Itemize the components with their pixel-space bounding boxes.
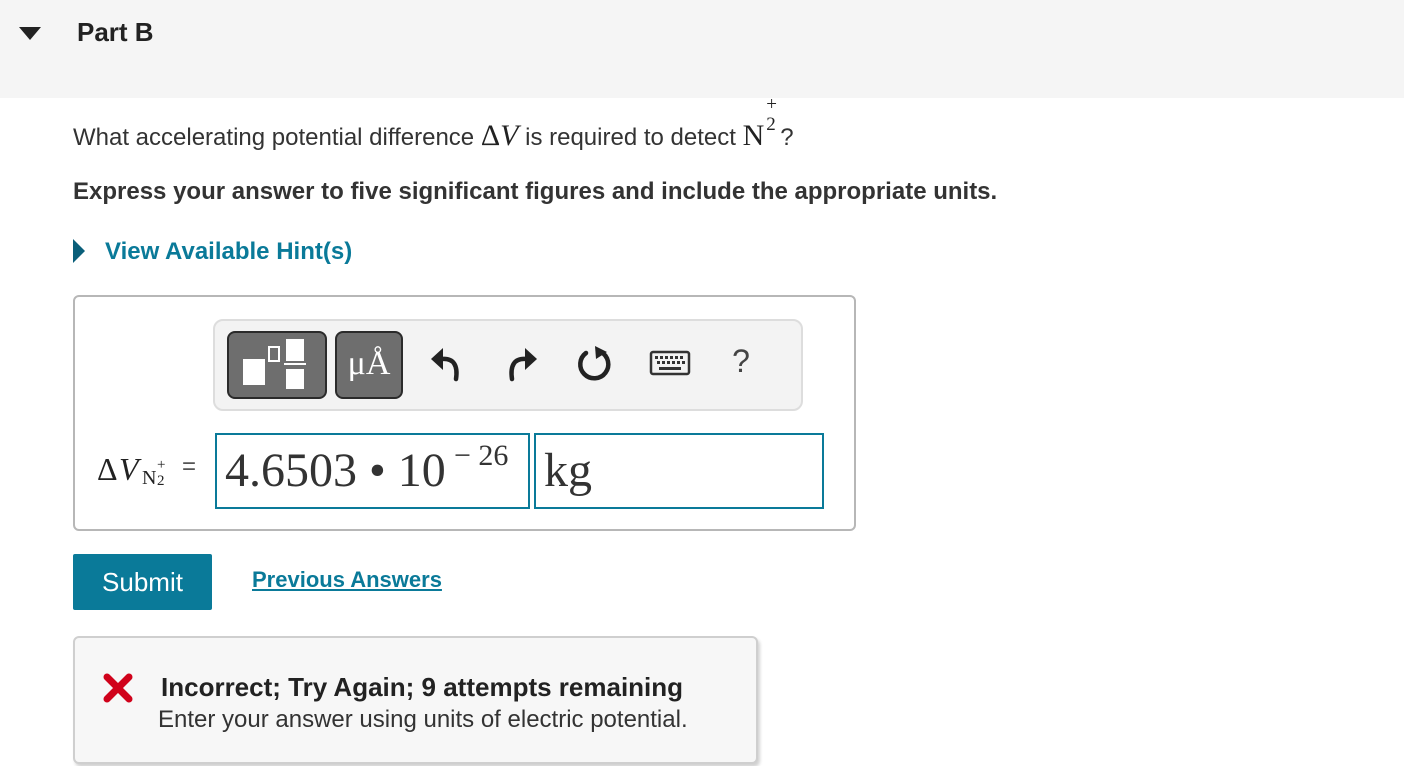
question-text: What accelerating potential difference Δ… — [73, 94, 794, 153]
question-text-after: ? — [780, 124, 794, 151]
answer-value-input[interactable]: 4.6503 • 10 − 26 — [215, 433, 530, 509]
error-x-icon — [103, 673, 133, 703]
equals-sign: = — [182, 453, 197, 480]
species-formula: N +2 — [742, 94, 777, 152]
templates-button[interactable] — [227, 331, 327, 399]
view-hints-label: View Available Hint(s) — [105, 238, 353, 265]
part-title: Part B — [77, 17, 154, 47]
question-text-middle: is required to detect — [525, 124, 736, 151]
math-toolbar: μÅ ? — [213, 319, 803, 411]
answer-box: μÅ ? Δ V N + 2 = 4.6503 • 10 − 26 kg — [73, 295, 856, 531]
instructions: Express your answer to five significant … — [73, 178, 998, 205]
part-header: Part B — [0, 0, 1404, 98]
undo-icon[interactable] — [425, 343, 465, 383]
previous-answers-link[interactable]: Previous Answers — [252, 567, 442, 593]
hint-caret-icon — [73, 239, 85, 263]
templates-icon — [243, 339, 306, 389]
value-exponent: − 26 — [454, 439, 509, 472]
delta-v-symbol: ΔV — [480, 119, 519, 152]
answer-units-input[interactable]: kg — [534, 433, 824, 509]
collapse-caret-icon[interactable] — [19, 27, 41, 41]
value-mantissa: 4.6503 • 10 — [225, 444, 446, 497]
units-icon: μÅ — [347, 345, 391, 382]
help-icon[interactable]: ? — [726, 343, 756, 380]
units-value: kg — [544, 444, 592, 497]
question-text-before: What accelerating potential difference — [73, 124, 475, 151]
keyboard-icon[interactable] — [649, 343, 691, 383]
reset-icon[interactable] — [574, 343, 614, 383]
feedback-title: Incorrect; Try Again; 9 attempts remaini… — [161, 672, 684, 702]
feedback-message: Enter your answer using units of electri… — [158, 706, 688, 733]
units-button[interactable]: μÅ — [335, 331, 403, 399]
submit-button[interactable]: Submit — [73, 554, 212, 610]
feedback-box: Incorrect; Try Again; 9 attempts remaini… — [73, 636, 758, 764]
redo-icon[interactable] — [503, 343, 543, 383]
